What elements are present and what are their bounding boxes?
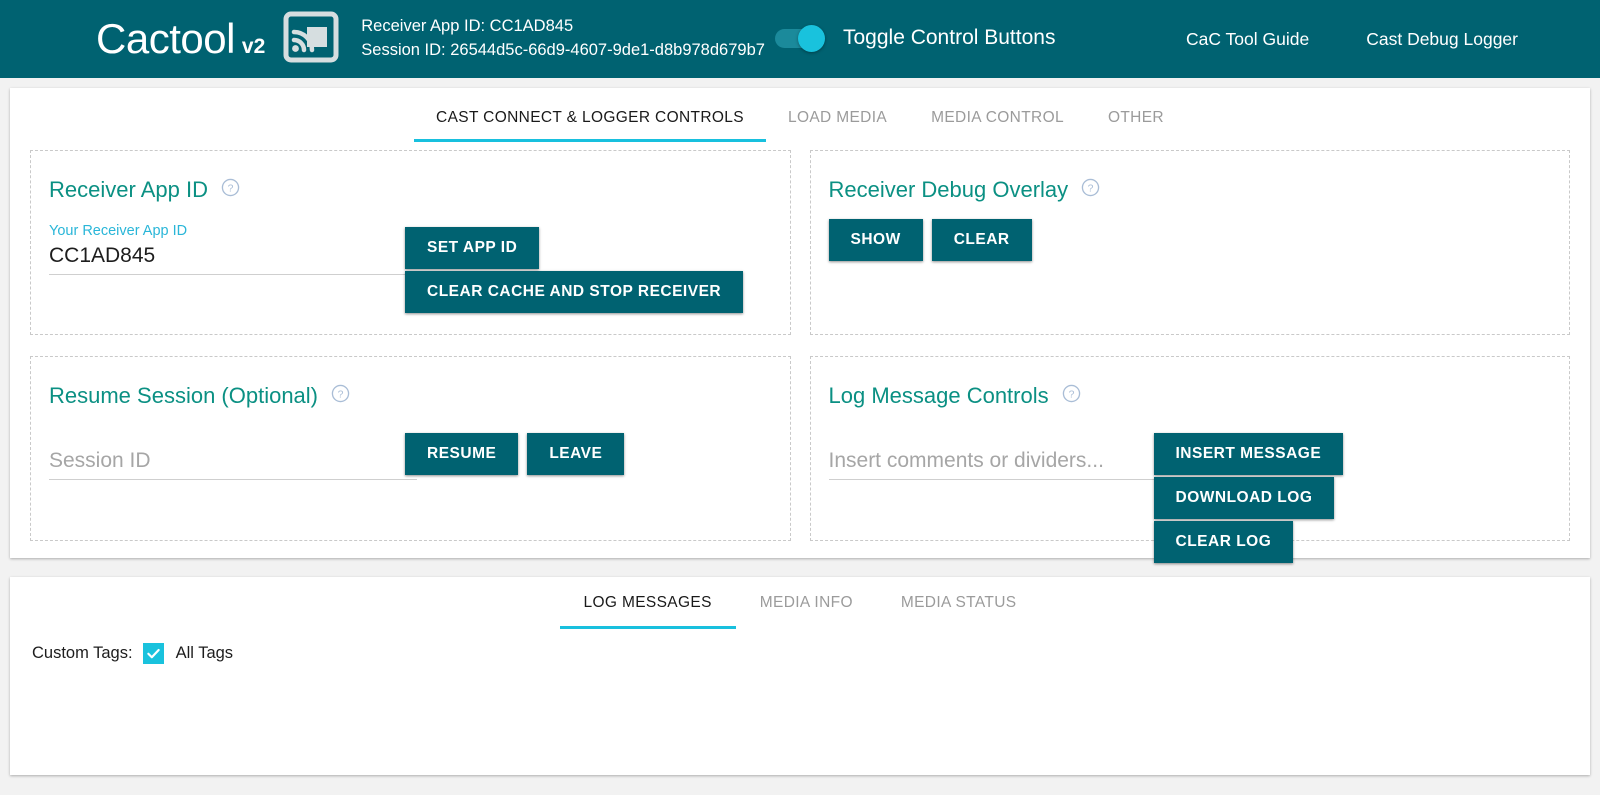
show-overlay-button[interactable]: SHOW bbox=[829, 219, 923, 261]
nav-link-cac-tool-guide[interactable]: CaC Tool Guide bbox=[1186, 29, 1309, 50]
download-log-button[interactable]: DOWNLOAD LOG bbox=[1154, 477, 1335, 519]
card-title-receiver-app-id: Receiver App ID ? bbox=[41, 177, 780, 203]
log-messages-area[interactable] bbox=[10, 664, 1590, 764]
session-info: Receiver App ID: CC1AD845 Session ID: 26… bbox=[361, 15, 765, 63]
brand-name: Cactool bbox=[96, 18, 235, 60]
tab-cast-connect-logger-controls[interactable]: CAST CONNECT & LOGGER CONTROLS bbox=[414, 94, 766, 142]
clear-log-button[interactable]: CLEAR LOG bbox=[1154, 521, 1294, 563]
card-log-message-controls: Log Message Controls ? Insert comments o… bbox=[810, 356, 1571, 541]
nav-link-cast-debug-logger[interactable]: Cast Debug Logger bbox=[1366, 29, 1518, 50]
log-tabs: LOG MESSAGES MEDIA INFO MEDIA STATUS bbox=[10, 577, 1590, 629]
insert-message-button[interactable]: INSERT MESSAGE bbox=[1154, 433, 1344, 475]
card-title-text: Resume Session (Optional) bbox=[49, 383, 318, 409]
field-spacer bbox=[829, 429, 1197, 448]
card-title-text: Receiver App ID bbox=[49, 177, 208, 203]
tab-media-info[interactable]: MEDIA INFO bbox=[736, 577, 877, 629]
field-spacer bbox=[49, 429, 417, 448]
resume-button[interactable]: RESUME bbox=[405, 433, 518, 475]
leave-button[interactable]: LEAVE bbox=[527, 433, 624, 475]
help-circle-icon[interactable]: ? bbox=[1062, 383, 1081, 409]
tab-media-status[interactable]: MEDIA STATUS bbox=[877, 577, 1041, 629]
set-app-id-button[interactable]: SET APP ID bbox=[405, 227, 539, 269]
cast-icon bbox=[283, 11, 339, 68]
log-message-placeholder: Insert comments or dividers... bbox=[829, 448, 1197, 475]
receiver-app-id-buttons: SET APP ID CLEAR CACHE AND STOP RECEIVER bbox=[405, 227, 735, 315]
log-message-buttons: INSERT MESSAGE DOWNLOAD LOG CLEAR LOG bbox=[1154, 433, 1474, 565]
brand-logo: Cactool v2 bbox=[96, 18, 265, 60]
receiver-app-id-input[interactable]: Your Receiver App ID CC1AD845 bbox=[49, 223, 417, 275]
card-receiver-debug-overlay: Receiver Debug Overlay ? SHOW CLEAR bbox=[810, 150, 1571, 335]
header-nav: CaC Tool Guide Cast Debug Logger bbox=[1186, 0, 1518, 78]
card-title-receiver-debug-overlay: Receiver Debug Overlay ? bbox=[821, 177, 1560, 203]
toggle-thumb bbox=[798, 25, 825, 52]
tab-load-media[interactable]: LOAD MEDIA bbox=[766, 94, 909, 142]
receiver-debug-overlay-buttons: SHOW CLEAR bbox=[821, 219, 1560, 261]
custom-tags-bar: Custom Tags: All Tags bbox=[10, 629, 1590, 664]
resume-session-buttons: RESUME LEAVE bbox=[405, 433, 633, 475]
tab-other[interactable]: OTHER bbox=[1086, 94, 1186, 142]
tab-log-messages[interactable]: LOG MESSAGES bbox=[560, 577, 736, 629]
help-circle-icon[interactable]: ? bbox=[1081, 177, 1100, 203]
custom-tags-label: Custom Tags: bbox=[32, 644, 133, 663]
svg-text:?: ? bbox=[1088, 183, 1094, 194]
card-title-text: Receiver Debug Overlay bbox=[829, 177, 1069, 203]
toggle-label: Toggle Control Buttons bbox=[843, 26, 1055, 50]
controls-grid: Receiver App ID ? Your Receiver App ID C… bbox=[10, 142, 1590, 541]
card-title-log-message-controls: Log Message Controls ? bbox=[821, 383, 1560, 409]
check-icon bbox=[146, 646, 161, 661]
svg-text:?: ? bbox=[338, 389, 344, 400]
main-tabs: CAST CONNECT & LOGGER CONTROLS LOAD MEDI… bbox=[10, 88, 1590, 142]
all-tags-label: All Tags bbox=[176, 644, 233, 663]
receiver-app-id-label: Your Receiver App ID bbox=[49, 223, 417, 240]
session-id-placeholder: Session ID bbox=[49, 448, 417, 475]
toggle-switch[interactable] bbox=[775, 29, 821, 48]
card-receiver-app-id: Receiver App ID ? Your Receiver App ID C… bbox=[30, 150, 791, 335]
controls-panel: CAST CONNECT & LOGGER CONTROLS LOAD MEDI… bbox=[10, 88, 1590, 558]
session-id-input[interactable]: Session ID bbox=[49, 429, 417, 480]
log-message-input[interactable]: Insert comments or dividers... bbox=[829, 429, 1197, 480]
clear-cache-stop-receiver-button[interactable]: CLEAR CACHE AND STOP RECEIVER bbox=[405, 271, 743, 313]
card-title-text: Log Message Controls bbox=[829, 383, 1049, 409]
card-title-resume-session: Resume Session (Optional) ? bbox=[41, 383, 780, 409]
tab-media-control[interactable]: MEDIA CONTROL bbox=[909, 94, 1086, 142]
card-resume-session: Resume Session (Optional) ? Session ID R… bbox=[30, 356, 791, 541]
svg-text:?: ? bbox=[1068, 389, 1074, 400]
log-panel: LOG MESSAGES MEDIA INFO MEDIA STATUS Cus… bbox=[10, 577, 1590, 775]
toggle-control-buttons[interactable]: Toggle Control Buttons bbox=[775, 26, 1055, 50]
receiver-app-id-text: Receiver App ID: CC1AD845 bbox=[361, 15, 765, 39]
brand-version: v2 bbox=[242, 36, 265, 57]
help-circle-icon[interactable]: ? bbox=[221, 177, 240, 203]
session-id-text: Session ID: 26544d5c-66d9-4607-9de1-d8b9… bbox=[361, 39, 765, 63]
clear-overlay-button[interactable]: CLEAR bbox=[932, 219, 1032, 261]
svg-text:?: ? bbox=[228, 183, 234, 194]
help-circle-icon[interactable]: ? bbox=[331, 383, 350, 409]
all-tags-checkbox[interactable] bbox=[143, 643, 164, 664]
app-header: Cactool v2 Receiver App ID: CC1AD845 Ses… bbox=[0, 0, 1600, 78]
receiver-app-id-value: CC1AD845 bbox=[49, 243, 417, 270]
